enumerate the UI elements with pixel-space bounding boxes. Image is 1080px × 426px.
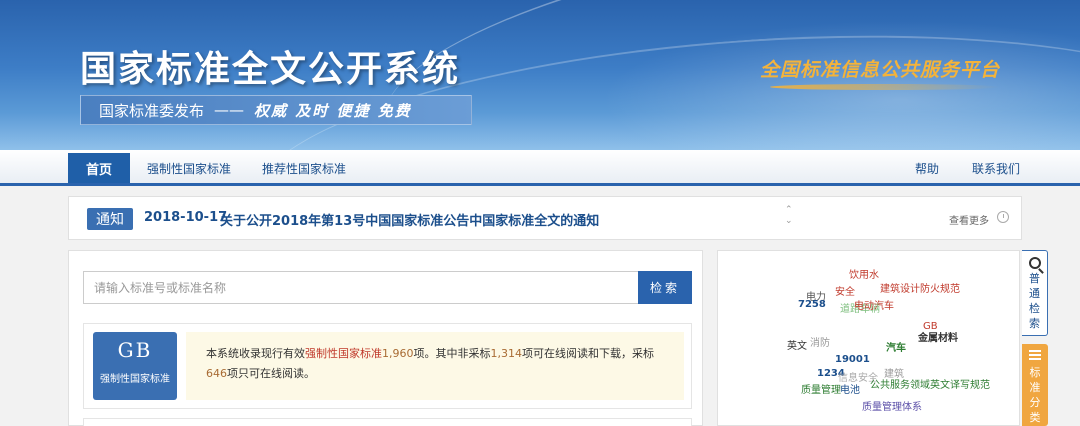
chevron-up-icon[interactable]: ⌃: [785, 205, 793, 215]
notice-title-link[interactable]: 关于公开2018年第13号中国国家标准公告中国家标准全文的通知: [220, 210, 599, 229]
gb-code: GB: [117, 338, 153, 362]
search-icon: [1028, 257, 1041, 269]
nav-home[interactable]: 首页: [68, 153, 130, 183]
gb-count-adopted: 646: [206, 367, 227, 380]
tag-cloud-word[interactable]: 安全: [835, 283, 855, 298]
search-input[interactable]: 请输入标准号或标准名称: [83, 271, 639, 304]
tag-cloud-word[interactable]: 质量管理: [801, 381, 841, 396]
next-section-box: [83, 418, 692, 426]
side-tab-char: 索: [1029, 317, 1040, 330]
tag-cloud-word[interactable]: 电动汽车: [854, 297, 894, 312]
notice-date: 2018-10-17: [144, 210, 228, 225]
tag-cloud-panel: 饮用水 电力 安全 建筑设计防火规范 7258 道路车辆 电动汽车 GB 金属材…: [717, 250, 1020, 426]
gb-card[interactable]: GB 强制性国家标准: [93, 332, 177, 400]
tag-cloud-word[interactable]: 建筑设计防火规范: [880, 280, 960, 295]
nav-mandatory-standards[interactable]: 强制性国家标准: [140, 154, 238, 182]
search-button[interactable]: 检索: [638, 271, 692, 304]
tag-cloud-word[interactable]: 消防: [810, 334, 830, 349]
tag-cloud-word[interactable]: 19001: [835, 354, 870, 365]
slogan-dash: ——: [214, 101, 245, 119]
nav-help[interactable]: 帮助: [906, 154, 948, 182]
side-tab-char: 普: [1029, 272, 1040, 285]
gb-summary-box: GB 强制性国家标准 本系统收录现行有效强制性国家标准1,960项。其中非采标1…: [83, 323, 692, 409]
gb-info-link[interactable]: 强制性国家标准: [305, 347, 382, 360]
gb-info-suffix: 项只可在线阅读。: [227, 367, 315, 380]
chevron-down-icon[interactable]: ⌄: [785, 216, 793, 226]
side-tab-standard-classification[interactable]: 标 准 分 类: [1022, 344, 1048, 426]
main-navbar: 首页 强制性国家标准 推荐性国家标准 帮助 联系我们: [0, 150, 1080, 186]
side-tab-char: 标: [1029, 366, 1041, 379]
slogan-box: 国家标准委发布 —— 权威 及时 便捷 免费: [80, 95, 472, 125]
nav-contact[interactable]: 联系我们: [964, 154, 1028, 182]
tag-cloud-word[interactable]: 7258: [798, 299, 826, 310]
gb-count-total: 1,960: [382, 347, 414, 360]
side-tab-char: 类: [1029, 411, 1041, 424]
side-tab-char: 准: [1029, 381, 1041, 394]
header-banner: 国家标准全文公开系统 国家标准委发布 —— 权威 及时 便捷 免费 全国标准信息…: [0, 0, 1080, 150]
publisher-text: 国家标准委发布: [99, 101, 205, 120]
notice-more-link[interactable]: 查看更多: [949, 212, 989, 227]
gb-label: 强制性国家标准: [100, 374, 170, 385]
site-title: 国家标准全文公开系统: [80, 49, 461, 90]
notice-tag: 通知: [87, 208, 133, 230]
side-tab-basic-search[interactable]: 普 通 检 索: [1022, 250, 1048, 336]
tag-cloud-word[interactable]: 质量管理体系: [862, 398, 922, 413]
search-panel: 请输入标准号或标准名称 检索 GB 强制性国家标准 本系统收录现行有效强制性国家…: [68, 250, 703, 426]
side-tab-char: 检: [1029, 302, 1040, 315]
tag-cloud-word[interactable]: 汽车: [886, 339, 906, 354]
clock-icon: [997, 211, 1009, 223]
tag-cloud-word[interactable]: 公共服务领域英文译写规范: [870, 376, 990, 391]
tag-cloud-word[interactable]: 金属材料: [918, 329, 958, 344]
nav-recommended-standards[interactable]: 推荐性国家标准: [254, 154, 354, 182]
gb-info-text: 本系统收录现行有效强制性国家标准1,960项。其中非采标1,314项可在线阅读和…: [186, 332, 684, 400]
platform-underline: [770, 84, 1000, 90]
notice-scroll-arrows[interactable]: ⌃ ⌄: [785, 205, 793, 227]
side-tab-char: 通: [1029, 287, 1040, 300]
gb-info-mid2: 项可在线阅读和下载，采标: [522, 347, 654, 360]
list-icon: [1029, 350, 1041, 362]
platform-logo-text[interactable]: 全国标准信息公共服务平台: [760, 55, 1000, 82]
gb-count-nonadopted: 1,314: [490, 347, 523, 360]
gb-info-prefix: 本系统收录现行有效: [206, 347, 305, 360]
motto-text: 权威 及时 便捷 免费: [254, 101, 412, 120]
notice-bar: 通知 2018-10-17 关于公开2018年第13号中国国家标准公告中国家标准…: [68, 196, 1022, 240]
tag-cloud-word[interactable]: 饮用水: [849, 266, 879, 281]
gb-info-mid1: 项。其中非采标: [413, 347, 491, 360]
tag-cloud-word[interactable]: 英文: [787, 337, 807, 352]
tag-cloud-word[interactable]: 电池: [840, 381, 860, 396]
side-tab-char: 分: [1029, 396, 1041, 409]
